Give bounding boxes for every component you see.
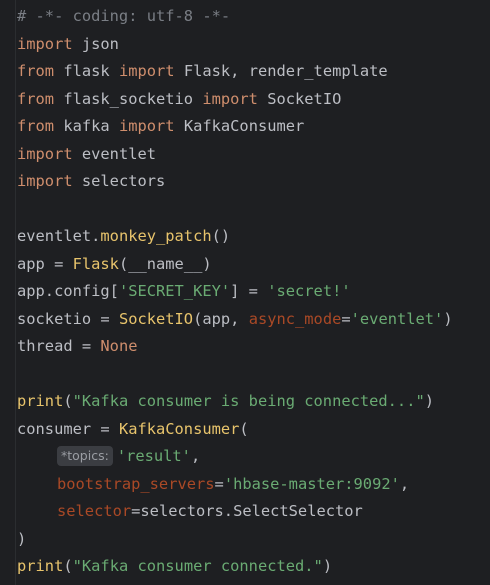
code-line[interactable]: socketio = SocketIO(app, async_mode='eve…	[0, 306, 490, 334]
code-token: json	[72, 34, 119, 53]
code-token: ()	[211, 227, 231, 245]
code-token: monkey_patch	[100, 227, 212, 245]
code-token: Flask	[72, 254, 119, 273]
code-line[interactable]: )	[0, 526, 490, 554]
code-token: eventlet	[72, 144, 157, 163]
code-token: selectors	[72, 172, 166, 190]
code-line[interactable]	[0, 361, 490, 389]
code-line[interactable]: from flask import Flask, render_template	[0, 58, 490, 86]
code-line[interactable]: print("Kafka consumer is being connected…	[0, 388, 490, 416]
code-token: (app,	[193, 309, 249, 328]
code-token: print	[17, 557, 64, 575]
code-line[interactable]: bootstrap_servers='hbase-master:9092',	[0, 471, 490, 499]
code-token: consumer =	[17, 419, 119, 438]
code-token: Flask, render_template	[174, 62, 388, 80]
code-token: 'hbase-master:9092'	[223, 474, 400, 493]
code-token: async_mode	[248, 309, 342, 328]
code-token: import	[17, 172, 73, 190]
code-token: None	[100, 337, 138, 355]
code-token: import	[17, 144, 73, 163]
code-line[interactable]: selector=selectors.SelectSelector	[0, 498, 490, 526]
code-token: from	[17, 89, 55, 108]
code-token: 'secret!'	[267, 282, 351, 300]
code-token: flask	[54, 62, 119, 80]
code-token: ] =	[230, 282, 268, 300]
code-token: )	[17, 529, 27, 548]
code-token: app.config[	[17, 282, 119, 300]
code-token: selector	[57, 502, 132, 520]
code-token: (	[63, 392, 73, 410]
code-line[interactable]: app = Flask(__name__)	[0, 251, 490, 279]
code-line[interactable]: print("Kafka consumer connected.")	[0, 553, 490, 581]
code-token: import	[202, 89, 258, 108]
code-token: eventlet.	[17, 227, 101, 245]
code-token: SocketIO	[257, 89, 342, 108]
code-line[interactable]: import selectors	[0, 168, 490, 196]
code-token: ,	[190, 447, 201, 465]
code-token: (	[63, 557, 73, 575]
code-token: bootstrap_servers	[57, 474, 215, 493]
code-token: =selectors.SelectSelector	[131, 502, 363, 520]
code-line[interactable]: import eventlet	[0, 141, 490, 169]
code-token: import	[17, 34, 73, 53]
code-line[interactable]: import json	[0, 31, 490, 59]
code-line[interactable]	[0, 196, 490, 224]
code-token: from	[17, 117, 55, 135]
code-token: "Kafka consumer is being connected..."	[72, 392, 425, 410]
code-token: (__name__)	[118, 254, 212, 273]
code-line[interactable]: eventlet.monkey_patch()	[0, 223, 490, 251]
code-line[interactable]: # -*- coding: utf-8 -*-	[0, 3, 490, 31]
code-line[interactable]: consumer = KafkaConsumer(	[0, 416, 490, 444]
code-token: =	[214, 474, 224, 493]
code-token: import	[118, 117, 175, 135]
parameter-hint: *topics:	[57, 446, 113, 466]
code-line[interactable]: *topics:'result',	[0, 443, 490, 471]
code-token: 'eventlet'	[350, 309, 444, 328]
code-token: # -*- coding: utf-8 -*-	[17, 7, 231, 25]
code-token: SocketIO	[118, 309, 194, 328]
code-token: app =	[17, 254, 73, 273]
code-token: )	[424, 392, 435, 410]
code-token: flask_socketio	[54, 89, 203, 108]
code-token: (	[239, 419, 249, 438]
code-token: )	[443, 309, 453, 328]
code-token: 'SECRET_KEY'	[118, 282, 231, 300]
code-token: from	[17, 62, 55, 80]
code-token: KafkaConsumer	[118, 419, 240, 438]
code-line[interactable]: from kafka import KafkaConsumer	[0, 113, 490, 141]
code-token: import	[118, 62, 175, 80]
code-token: socketio =	[17, 309, 119, 328]
code-token: )	[322, 557, 333, 575]
code-token: =	[341, 309, 351, 328]
code-token: 'result'	[116, 447, 191, 465]
code-line[interactable]: thread = None	[0, 333, 490, 361]
code-token: KafkaConsumer	[174, 117, 305, 135]
code-line[interactable]: app.config['SECRET_KEY'] = 'secret!'	[0, 278, 490, 306]
code-token: ,	[399, 474, 410, 493]
code-area[interactable]: # -*- coding: utf-8 -*- import json from f…	[0, 3, 490, 581]
code-token: print	[17, 392, 64, 410]
code-line[interactable]: from flask_socketio import SocketIO	[0, 86, 490, 114]
code-token: thread =	[17, 337, 101, 355]
code-token: "Kafka consumer connected."	[72, 557, 323, 575]
code-editor[interactable]: # -*- coding: utf-8 -*- import json from f…	[0, 0, 490, 585]
code-token: kafka	[54, 117, 119, 135]
